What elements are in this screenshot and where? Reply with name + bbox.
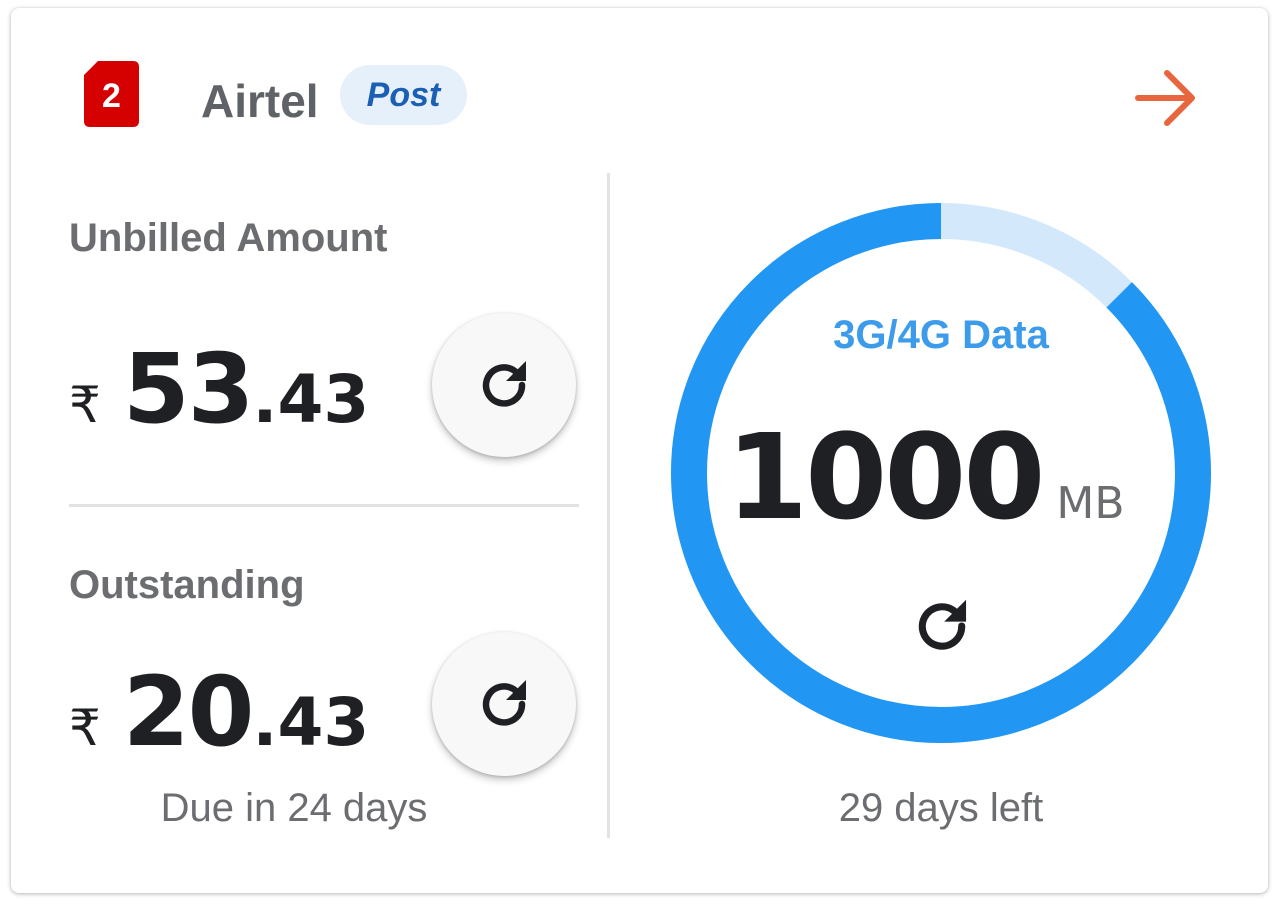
- horizontal-divider: [69, 504, 579, 507]
- plan-type-badge: Post: [340, 65, 467, 125]
- refresh-unbilled-button[interactable]: [432, 313, 576, 457]
- refresh-icon: [482, 680, 526, 726]
- sim-card-icon: 2: [84, 61, 139, 127]
- data-type-label: 3G/4G Data: [833, 313, 1049, 357]
- arrow-right-icon[interactable]: [1131, 63, 1201, 133]
- rupee-symbol: ₹: [69, 376, 101, 434]
- unbilled-amount-label: Unbilled Amount: [69, 216, 388, 260]
- refresh-icon: [482, 361, 526, 407]
- outstanding-amount-value: ₹ 20 .43: [69, 656, 369, 768]
- data-amount: 1000: [726, 408, 1045, 546]
- refresh-outstanding-button[interactable]: [432, 632, 576, 776]
- validity-days-left: 29 days left: [838, 786, 1044, 830]
- rupee-symbol: ₹: [69, 699, 101, 757]
- data-remaining-value: 1000 MB: [726, 408, 1125, 546]
- refresh-icon: [918, 599, 967, 650]
- outstanding-amount-whole: 20: [122, 656, 255, 768]
- account-card[interactable]: 2 Airtel Post Unbilled Amount ₹ 53 .43 O…: [11, 8, 1268, 893]
- refresh-data-button[interactable]: [907, 591, 977, 661]
- operator-name: Airtel: [201, 75, 319, 127]
- vertical-divider: [607, 173, 610, 838]
- outstanding-amount-fraction: .43: [252, 684, 370, 761]
- unbilled-amount-whole: 53: [122, 333, 255, 445]
- sim-slot-number: 2: [102, 76, 121, 115]
- outstanding-label: Outstanding: [69, 563, 305, 607]
- unbilled-amount-fraction: .43: [252, 361, 370, 438]
- data-unit: MB: [1056, 478, 1125, 529]
- unbilled-amount-value: ₹ 53 .43: [69, 333, 369, 445]
- due-date-text: Due in 24 days: [160, 786, 428, 830]
